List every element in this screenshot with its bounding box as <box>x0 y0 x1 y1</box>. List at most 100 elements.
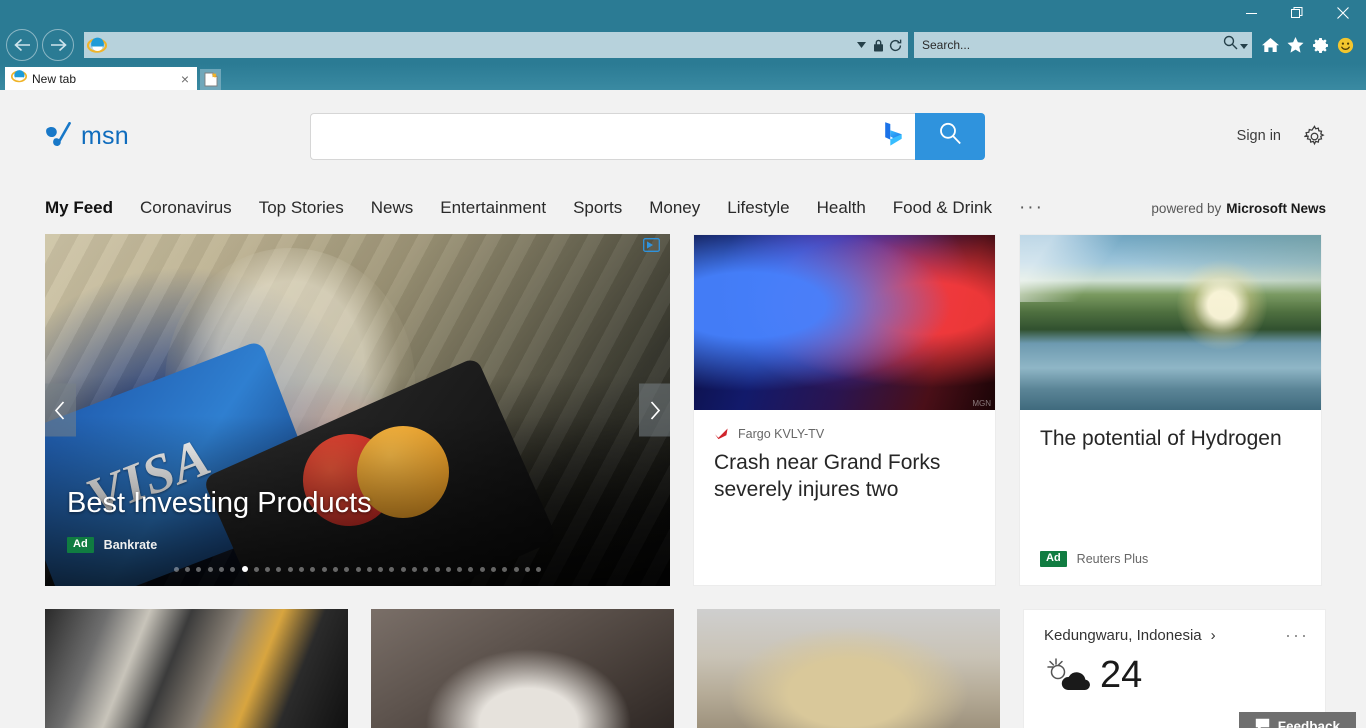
hero-carousel-dot[interactable] <box>479 566 485 572</box>
hero-carousel-dot[interactable] <box>253 566 259 572</box>
hero-carousel-dot[interactable] <box>378 566 384 572</box>
tab-favicon-internet-explorer-icon <box>10 68 28 89</box>
tab-new-tab[interactable]: New tab × <box>5 67 197 90</box>
nav-tab-entertainment[interactable]: Entertainment <box>440 198 546 218</box>
hero-carousel-dot[interactable] <box>332 566 338 572</box>
hero-carousel-dot[interactable] <box>287 566 293 572</box>
weather-card[interactable]: Kedungwaru, Indonesia › ··· 24 <box>1023 609 1326 728</box>
nav-tab-coronavirus[interactable]: Coronavirus <box>140 198 232 218</box>
smiley-feedback-icon[interactable] <box>1333 32 1358 58</box>
hero-carousel-dot[interactable] <box>321 566 327 572</box>
back-button[interactable] <box>6 29 38 61</box>
minimize-button[interactable] <box>1228 0 1274 26</box>
news-card-image-fjord-landscape <box>1020 235 1321 410</box>
internet-explorer-icon <box>86 35 108 55</box>
nav-tab-more-icon[interactable]: ··· <box>1019 197 1044 219</box>
hero-carousel-dot[interactable] <box>491 566 497 572</box>
hero-carousel-dot[interactable] <box>513 566 519 572</box>
weather-more-options-icon[interactable]: ··· <box>1285 626 1309 644</box>
favorites-star-icon[interactable] <box>1283 32 1308 58</box>
hero-carousel-dot[interactable] <box>536 566 542 572</box>
hero-carousel-dot[interactable] <box>468 566 474 572</box>
hero-next-button[interactable] <box>639 383 670 437</box>
weather-location-label: Kedungwaru, Indonesia <box>1044 626 1202 644</box>
nav-tab-news[interactable]: News <box>371 198 414 218</box>
browser-search-input[interactable]: Search... <box>922 38 1223 52</box>
search-provider-chevron-icon[interactable] <box>1240 36 1248 54</box>
msn-page: msn Sign in My Feed Coronavirus Top Stor… <box>0 90 1366 728</box>
msn-logo[interactable]: msn <box>45 121 310 151</box>
adchoices-icon[interactable] <box>643 238 660 257</box>
hero-carousel-dot[interactable] <box>389 566 395 572</box>
hero-carousel-dots[interactable] <box>45 566 670 572</box>
hero-carousel-dot[interactable] <box>185 566 191 572</box>
settings-gear-icon[interactable] <box>1303 124 1326 148</box>
hero-carousel-dot[interactable] <box>423 566 429 572</box>
hero-carousel-dot[interactable] <box>524 566 530 572</box>
sign-in-button[interactable]: Sign in <box>1237 128 1281 144</box>
hero-carousel-dot[interactable] <box>445 566 451 572</box>
hero-prev-button[interactable] <box>45 383 76 437</box>
tab-title: New tab <box>32 71 77 86</box>
home-icon[interactable] <box>1258 32 1283 58</box>
tools-gear-icon[interactable] <box>1308 32 1333 58</box>
hero-carousel-dot[interactable] <box>276 566 282 572</box>
hero-carousel-dot[interactable] <box>207 566 213 572</box>
feed-thumb-white-hair-person[interactable] <box>371 609 674 728</box>
browser-search-bar[interactable]: Search... <box>914 32 1252 58</box>
restore-button[interactable] <box>1274 0 1320 26</box>
hero-carousel-dot[interactable] <box>434 566 440 572</box>
hero-card[interactable]: VISA Best Investing Products Ad Bankrate <box>45 234 670 586</box>
nav-tab-lifestyle[interactable]: Lifestyle <box>727 198 789 218</box>
feed-thumb-newspapers[interactable] <box>45 609 348 728</box>
hero-carousel-dot[interactable] <box>265 566 271 572</box>
news-card-hydrogen[interactable]: The potential of Hydrogen Ad Reuters Plu… <box>1019 234 1322 586</box>
hero-carousel-dot[interactable] <box>411 566 417 572</box>
hero-carousel-dot[interactable] <box>355 566 361 572</box>
hero-carousel-dot[interactable] <box>173 566 179 572</box>
search-magnifier-icon[interactable] <box>1223 35 1238 55</box>
msn-search-input[interactable] <box>310 112 915 160</box>
hero-carousel-dot[interactable] <box>241 566 248 572</box>
nav-tab-sports[interactable]: Sports <box>573 198 622 218</box>
news-card-title: The potential of Hydrogen <box>1040 427 1282 450</box>
hero-source: Bankrate <box>103 538 158 552</box>
feed-bottom-row: Kedungwaru, Indonesia › ··· 24 <box>0 609 1366 728</box>
msn-search[interactable] <box>310 112 985 160</box>
lock-icon <box>870 34 887 56</box>
forward-button[interactable] <box>42 29 74 61</box>
tab-close-icon[interactable]: × <box>177 71 193 87</box>
nav-tab-money[interactable]: Money <box>649 198 700 218</box>
hero-carousel-dot[interactable] <box>502 566 508 572</box>
hero-carousel-dot[interactable] <box>218 566 224 572</box>
news-card-crash-grand-forks[interactable]: Fargo KVLY-TV Crash near Grand Forks sev… <box>693 234 996 586</box>
new-tab-button[interactable] <box>200 69 221 90</box>
nav-tab-top-stories[interactable]: Top Stories <box>259 198 344 218</box>
hero-carousel-dot[interactable] <box>310 566 316 572</box>
nav-tab-my-feed[interactable]: My Feed <box>45 198 113 218</box>
hero-carousel-dot[interactable] <box>230 566 236 572</box>
feedback-button[interactable]: Feedback <box>1238 712 1356 728</box>
close-button[interactable] <box>1320 0 1366 26</box>
nav-tab-list: My Feed Coronavirus Top Stories News Ent… <box>45 197 1044 219</box>
feed-thumb-blonde-woman[interactable] <box>697 609 1000 728</box>
news-card-ad-footer: Ad Reuters Plus <box>1020 551 1321 585</box>
nav-tab-health[interactable]: Health <box>817 198 866 218</box>
speech-bubble-icon <box>1255 718 1270 728</box>
msn-search-button[interactable] <box>915 112 985 160</box>
hero-carousel-dot[interactable] <box>366 566 372 572</box>
hero-carousel-dot[interactable] <box>344 566 350 572</box>
browser-search-tools[interactable] <box>1223 35 1248 55</box>
address-bar[interactable] <box>84 32 908 58</box>
kvly-checkmark-icon <box>714 426 729 441</box>
address-dropdown-icon[interactable] <box>853 34 870 56</box>
hero-carousel-dot[interactable] <box>400 566 406 572</box>
chevron-right-icon[interactable]: › <box>1211 627 1216 644</box>
nav-tab-food-and-drink[interactable]: Food & Drink <box>893 198 992 218</box>
hero-carousel-dot[interactable] <box>457 566 463 572</box>
hero-carousel-dot[interactable] <box>299 566 305 572</box>
news-card-ad-badge: Ad <box>1040 551 1067 567</box>
hero-carousel-dot[interactable] <box>196 566 202 572</box>
refresh-icon[interactable] <box>887 34 904 56</box>
weather-location[interactable]: Kedungwaru, Indonesia › <box>1044 627 1216 644</box>
